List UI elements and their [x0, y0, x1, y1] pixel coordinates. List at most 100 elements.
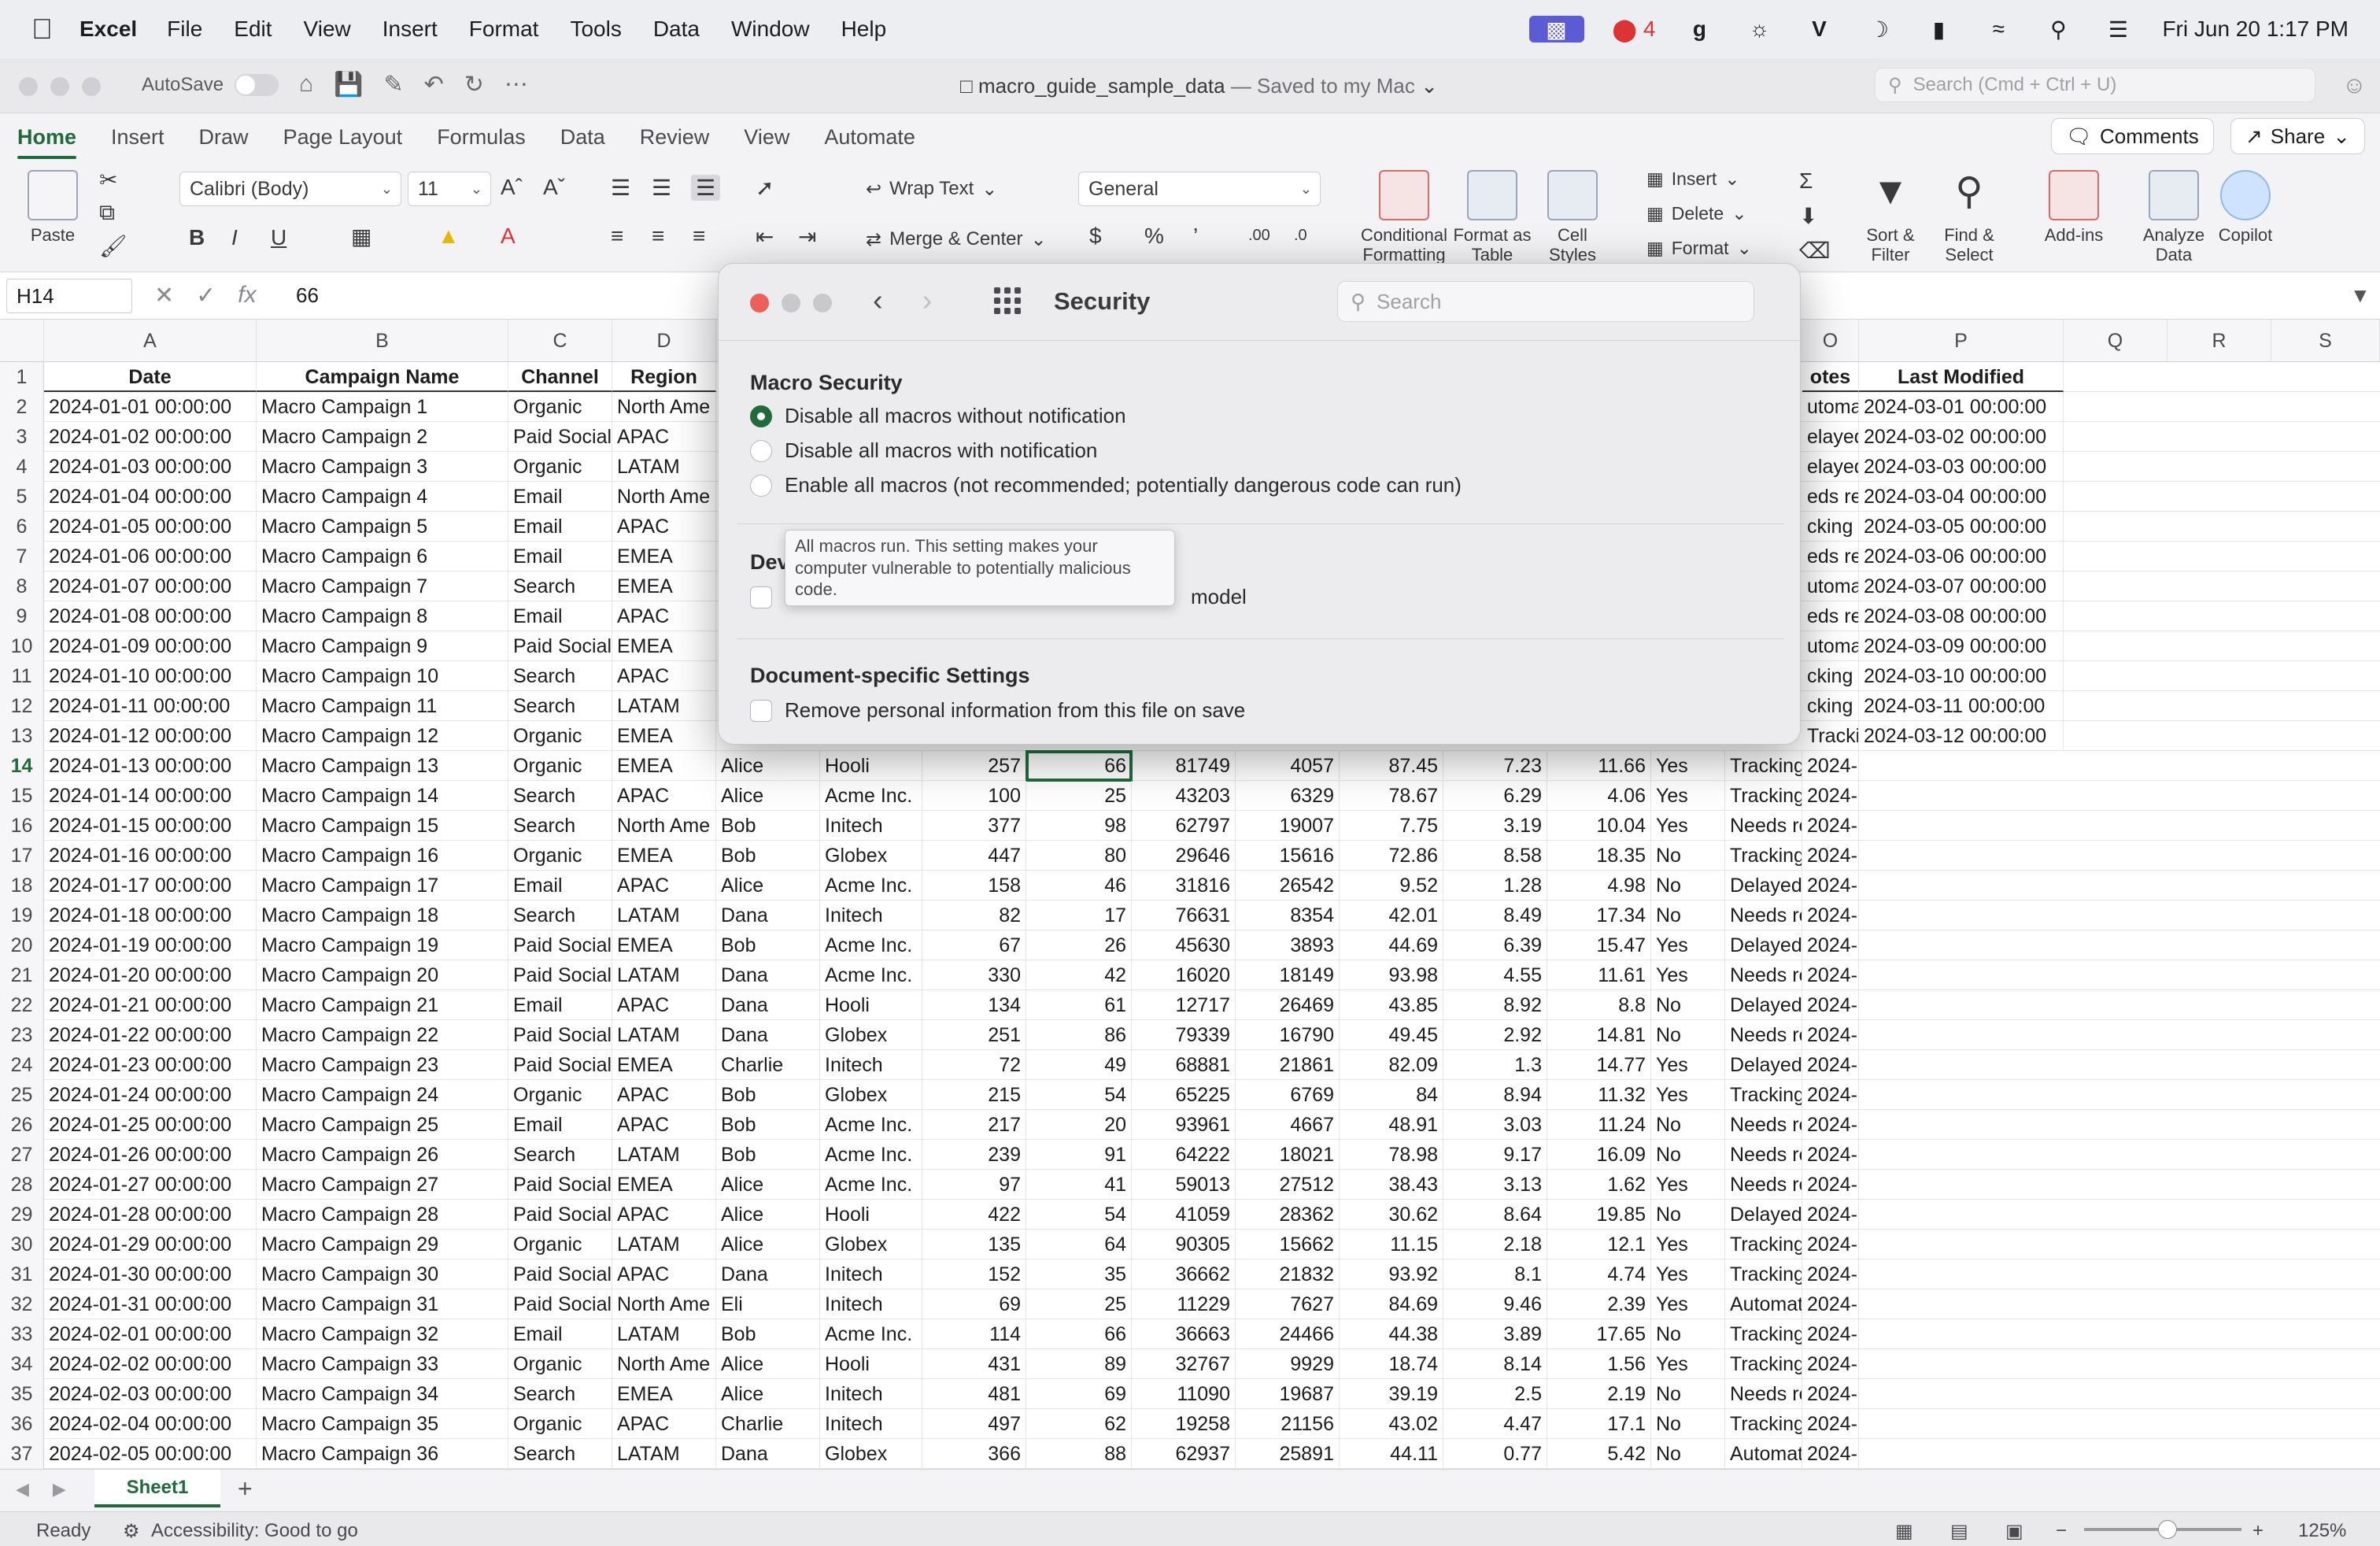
row-number[interactable]: 29	[0, 1200, 44, 1230]
title-search-field[interactable]: ⚲ Search (Cmd + Ctrl + U)	[1875, 68, 2315, 102]
table-cell[interactable]: Email	[508, 601, 612, 631]
header-cell[interactable]: Date	[44, 362, 257, 392]
home-icon[interactable]: ⌂	[299, 71, 313, 98]
table-cell[interactable]: cking er	[1802, 691, 1859, 721]
table-cell[interactable]: Macro Campaign 23	[257, 1050, 508, 1080]
table-cell[interactable]: 2024-03-06 00:00:00	[1859, 542, 2064, 571]
table-cell[interactable]: 42.01	[1340, 901, 1443, 930]
table-cell[interactable]: 9.46	[1443, 1289, 1547, 1319]
column-header-s[interactable]: S	[2271, 320, 2380, 362]
header-cell[interactable]: Channel	[508, 362, 612, 392]
profile-icon[interactable]: ☺	[2342, 72, 2367, 99]
table-cell[interactable]: 67	[922, 930, 1026, 960]
table-cell[interactable]: Organic	[508, 721, 612, 751]
table-cell[interactable]: 42	[1026, 960, 1132, 990]
forward-icon[interactable]: ›	[922, 284, 933, 318]
comma-style-icon[interactable]: ’	[1193, 224, 1198, 249]
table-cell[interactable]: 2024-03-22 00:00:00	[1802, 1020, 1859, 1050]
table-cell[interactable]: 2024-03-18 00:00:00	[1802, 901, 1859, 930]
row-number[interactable]: 14	[0, 751, 44, 781]
table-cell[interactable]: 2024-03-21 00:00:00	[1802, 990, 1859, 1020]
table-cell[interactable]: 2024-01-26 00:00:00	[44, 1140, 257, 1170]
table-cell[interactable]: 135	[922, 1230, 1026, 1259]
table-cell[interactable]: Acme Inc.	[820, 960, 922, 990]
table-cell[interactable]: 0.77	[1443, 1439, 1547, 1469]
table-cell[interactable]: 35	[1026, 1259, 1132, 1289]
table-cell[interactable]: Needs revie	[1725, 960, 1802, 990]
row-number[interactable]: 11	[0, 661, 44, 691]
table-cell[interactable]: 152	[922, 1259, 1026, 1289]
table-cell[interactable]: 21861	[1236, 1050, 1340, 1080]
table-cell[interactable]: Search	[508, 901, 612, 930]
table-cell[interactable]: Acme Inc.	[820, 1170, 922, 1200]
table-cell[interactable]: LATAM	[612, 1140, 716, 1170]
page-layout-view-icon[interactable]: ▤	[1950, 1520, 1968, 1543]
autosum-icon[interactable]: Σ	[1799, 168, 1813, 194]
currency-icon[interactable]: $	[1089, 224, 1102, 249]
table-cell[interactable]: Macro Campaign 20	[257, 960, 508, 990]
table-cell[interactable]: Hooli	[820, 1200, 922, 1230]
column-header-a[interactable]: A	[44, 320, 257, 362]
menu-edit[interactable]: Edit	[234, 17, 272, 42]
table-cell[interactable]: 68881	[1132, 1050, 1236, 1080]
table-cell[interactable]: 8354	[1236, 901, 1340, 930]
table-cell[interactable]: cking er	[1802, 661, 1859, 691]
table-cell[interactable]: No	[1651, 1020, 1725, 1050]
table-cell[interactable]: 2024-03-11 00:00:00	[1859, 691, 2064, 721]
table-cell[interactable]: Tracking er	[1725, 751, 1802, 781]
wrap-text-button[interactable]: ↩ Wrap Text ⌄	[866, 178, 997, 201]
table-cell[interactable]: APAC	[612, 871, 716, 901]
table-cell[interactable]: 2024-03-25 00:00:00	[1802, 1110, 1859, 1140]
table-cell[interactable]: APAC	[612, 1409, 716, 1439]
table-cell[interactable]: Initech	[820, 901, 922, 930]
table-cell[interactable]: 11.66	[1547, 751, 1651, 781]
table-cell[interactable]: LATAM	[612, 1439, 716, 1469]
align-top-icon[interactable]: ☰	[611, 175, 630, 201]
table-cell[interactable]: 11.15	[1340, 1230, 1443, 1259]
table-cell[interactable]: 18.74	[1340, 1349, 1443, 1379]
table-cell[interactable]: 257	[922, 751, 1026, 781]
table-cell[interactable]: Acme Inc.	[820, 871, 922, 901]
cut-icon[interactable]: ✂	[99, 167, 117, 193]
table-cell[interactable]: Bob	[716, 811, 820, 841]
table-cell[interactable]: Yes	[1651, 1050, 1725, 1080]
table-cell[interactable]: 93.98	[1340, 960, 1443, 990]
table-cell[interactable]: 16.09	[1547, 1140, 1651, 1170]
table-cell[interactable]: Tracking er	[1725, 1409, 1802, 1439]
table-cell[interactable]: 62	[1026, 1409, 1132, 1439]
table-cell[interactable]: Macro Campaign 10	[257, 661, 508, 691]
checkbox[interactable]	[750, 586, 772, 608]
column-header-q[interactable]: Q	[2064, 320, 2168, 362]
table-cell[interactable]: 72	[922, 1050, 1026, 1080]
table-cell[interactable]: 8.1	[1443, 1259, 1547, 1289]
table-cell[interactable]: 21156	[1236, 1409, 1340, 1439]
table-cell[interactable]: North Ame	[612, 811, 716, 841]
table-cell[interactable]: 17	[1026, 901, 1132, 930]
table-cell[interactable]: 26469	[1236, 990, 1340, 1020]
tab-review[interactable]: Review	[640, 117, 710, 157]
table-cell[interactable]: 11.24	[1547, 1110, 1651, 1140]
table-cell[interactable]: No	[1651, 1110, 1725, 1140]
sheet-tab-sheet1[interactable]: Sheet1	[94, 1470, 220, 1507]
table-cell[interactable]: 7.23	[1443, 751, 1547, 781]
table-cell[interactable]: Dana	[716, 960, 820, 990]
table-cell[interactable]: Yes	[1651, 1080, 1725, 1110]
table-cell[interactable]: 2024-04-03 00:00:00	[1802, 1379, 1859, 1409]
table-cell[interactable]: 89	[1026, 1349, 1132, 1379]
paste-button[interactable]: Paste	[17, 170, 88, 245]
table-cell[interactable]: 2024-03-04 00:00:00	[1859, 482, 2064, 512]
table-cell[interactable]: 11090	[1132, 1379, 1236, 1409]
table-cell[interactable]: Paid Social	[508, 1170, 612, 1200]
merge-center-button[interactable]: ⇄ Merge & Center ⌄	[866, 228, 1047, 251]
normal-view-icon[interactable]: ▦	[1895, 1520, 1913, 1543]
table-cell[interactable]: 2024-01-09 00:00:00	[44, 631, 257, 661]
table-cell[interactable]: Macro Campaign 19	[257, 930, 508, 960]
menu-tools[interactable]: Tools	[570, 17, 621, 42]
decrease-decimal-icon[interactable]: .0	[1294, 227, 1307, 245]
row-number[interactable]: 17	[0, 841, 44, 871]
format-painter-icon[interactable]: 🖌	[99, 233, 128, 259]
table-cell[interactable]: Organic	[508, 1230, 612, 1259]
table-cell[interactable]: 6.29	[1443, 781, 1547, 811]
table-cell[interactable]: 20	[1026, 1110, 1132, 1140]
dialog-minimize-button[interactable]	[782, 294, 800, 313]
